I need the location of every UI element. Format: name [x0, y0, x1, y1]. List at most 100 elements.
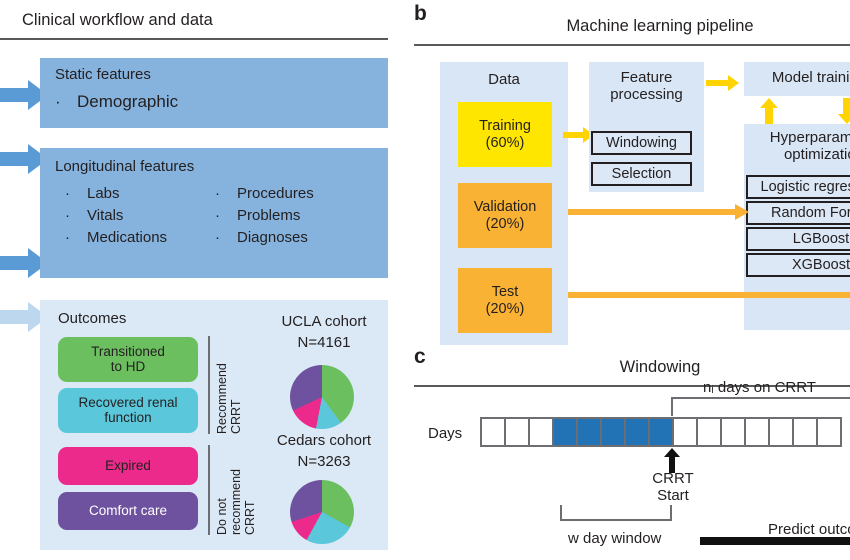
panel-a-rule — [0, 38, 388, 40]
bullet-dot-icon: · — [65, 207, 70, 224]
model-option-label-1: Random Forest — [771, 205, 850, 221]
w-window-bracket-left — [560, 505, 562, 521]
bullet-dot-icon: · — [65, 229, 70, 246]
ucla-cohort-n: N=4161 — [297, 334, 351, 351]
w-window-bracket-horizontal — [560, 519, 672, 521]
recommend-bracket-rule — [208, 336, 210, 434]
cedars-cohort-pie-chart — [290, 480, 354, 544]
ni-days-on-crrt-label: nᵢ days on CRRT — [703, 379, 816, 396]
cedars-cohort-name: Cedars cohort — [276, 432, 372, 449]
longitudinal-bullet-medications: · Medications — [65, 229, 167, 246]
outcome-pill-transitioned-to-hd: Transitioned to HD — [58, 337, 198, 382]
day-cell — [600, 417, 626, 447]
static-features-bullet-demographic: · Demographic — [55, 92, 178, 112]
day-cell — [792, 417, 818, 447]
bullet-dot-icon: · — [215, 185, 220, 202]
do-not-recommend-crrt-label: Do not recommend CRRT — [215, 469, 257, 535]
data-split-label-1: Validation (20%) — [473, 199, 537, 232]
longitudinal-right-label-2: Diagnoses — [237, 229, 308, 246]
recommend-crrt-label: Recommend CRRT — [215, 363, 243, 434]
day-cell — [552, 417, 578, 447]
model-option-label-3: XGBoost — [791, 257, 850, 273]
do-not-recommend-bracket-rule — [208, 445, 210, 535]
day-cell — [720, 417, 746, 447]
model-option-label-2: LGBoost — [792, 231, 850, 247]
model-training-heading: Model training — [771, 69, 850, 86]
model-option-label-0: Logistic regression — [760, 179, 850, 195]
predict-outcome-label: Predict outcome — [768, 521, 850, 538]
day-cell — [816, 417, 842, 447]
outcome-pill-label-0: Transitioned to HD — [91, 343, 165, 374]
panel-c-title: Windowing — [619, 358, 701, 376]
crrt-start-label: CRRT Start — [652, 470, 694, 504]
outcome-pill-label-2: Expired — [105, 457, 151, 473]
feature-step-label-0: Windowing — [606, 135, 677, 151]
model-to-hyperparameter-down-arrow-icon — [838, 98, 850, 124]
validation-flow-arrowhead-icon — [735, 204, 749, 220]
hyperparameter-heading: Hyperparameteroptimization — [769, 129, 850, 163]
w-window-bracket-right — [670, 505, 672, 521]
outcomes-heading: Outcomes — [58, 310, 127, 327]
model-option-random-forest: Random Forest — [746, 201, 850, 225]
outcome-pill-expired: Expired — [58, 447, 198, 485]
day-cell — [672, 417, 698, 447]
longitudinal-left-label-1: Vitals — [87, 207, 124, 224]
data-split-validation: Validation (20%) — [458, 183, 552, 248]
feature-step-windowing: Windowing — [591, 131, 692, 155]
bullet-dot-icon: · — [65, 185, 70, 202]
longitudinal-left-label-0: Labs — [87, 185, 120, 202]
longitudinal-bullet-problems: · Problems — [215, 207, 300, 224]
feature-processing-heading: Feature processing — [610, 69, 683, 103]
static-features-heading: Static features — [55, 66, 151, 83]
validation-flow-line — [568, 209, 738, 215]
feature-step-selection: Selection — [591, 162, 692, 186]
predict-outcome-bar — [700, 537, 850, 545]
data-split-label-0: Training (60%) — [479, 118, 531, 151]
model-option-xgboost: XGBoost — [746, 253, 850, 277]
panel-c-letter: c — [414, 345, 426, 368]
hyperparameter-to-model-up-arrow-icon — [760, 98, 778, 124]
panel-b-title: Machine learning pipeline — [566, 17, 754, 35]
panel-b-rule — [414, 44, 850, 46]
feature-step-label-1: Selection — [611, 166, 672, 182]
test-flow-line — [568, 292, 850, 298]
day-cell — [504, 417, 530, 447]
day-cell — [768, 417, 794, 447]
longitudinal-right-label-0: Procedures — [237, 185, 314, 202]
w-day-window-label: w day window — [568, 530, 662, 547]
outcome-pill-label-1: Recovered renal function — [78, 394, 178, 425]
feature-to-model-arrow-icon — [706, 75, 739, 91]
static-bullet-label-0: Demographic — [77, 92, 179, 111]
outcome-pill-label-3: Comfort care — [88, 502, 168, 518]
longitudinal-bullet-procedures: · Procedures — [215, 185, 314, 202]
longitudinal-right-label-1: Problems — [237, 207, 301, 224]
ni-days-bracket-vertical — [671, 397, 673, 416]
outcome-pill-comfort-care: Comfort care — [58, 492, 198, 530]
longitudinal-bullet-labs: · Labs — [65, 185, 120, 202]
day-cell — [624, 417, 650, 447]
day-cell — [480, 417, 506, 447]
bullet-dot-icon: · — [215, 229, 220, 246]
bullet-dot-icon: · — [215, 207, 220, 224]
data-split-test: Test (20%) — [458, 268, 552, 333]
longitudinal-bullet-vitals: · Vitals — [65, 207, 123, 224]
ucla-cohort-pie-chart — [290, 365, 354, 429]
day-cell — [744, 417, 770, 447]
longitudinal-bullet-diagnoses: · Diagnoses — [215, 229, 308, 246]
day-cell — [696, 417, 722, 447]
days-axis-label: Days — [428, 425, 463, 442]
panel-a-title: Clinical workflow and data — [22, 11, 213, 29]
data-split-label-2: Test (20%) — [485, 284, 525, 317]
data-split-training: Training (60%) — [458, 102, 552, 167]
ni-days-bracket-horizontal — [671, 397, 850, 399]
longitudinal-left-label-2: Medications — [87, 229, 168, 246]
day-cell — [528, 417, 554, 447]
cedars-cohort-n: N=3263 — [297, 453, 351, 470]
data-group-heading: Data — [488, 71, 520, 88]
day-cell — [576, 417, 602, 447]
ucla-cohort-name: UCLA cohort — [281, 313, 367, 330]
model-option-logistic-regression: Logistic regression — [746, 175, 850, 199]
day-cell — [648, 417, 674, 447]
figure-canvas: Clinical workflow and data Static featur… — [0, 0, 850, 560]
longitudinal-features-heading: Longitudinal features — [55, 158, 195, 175]
